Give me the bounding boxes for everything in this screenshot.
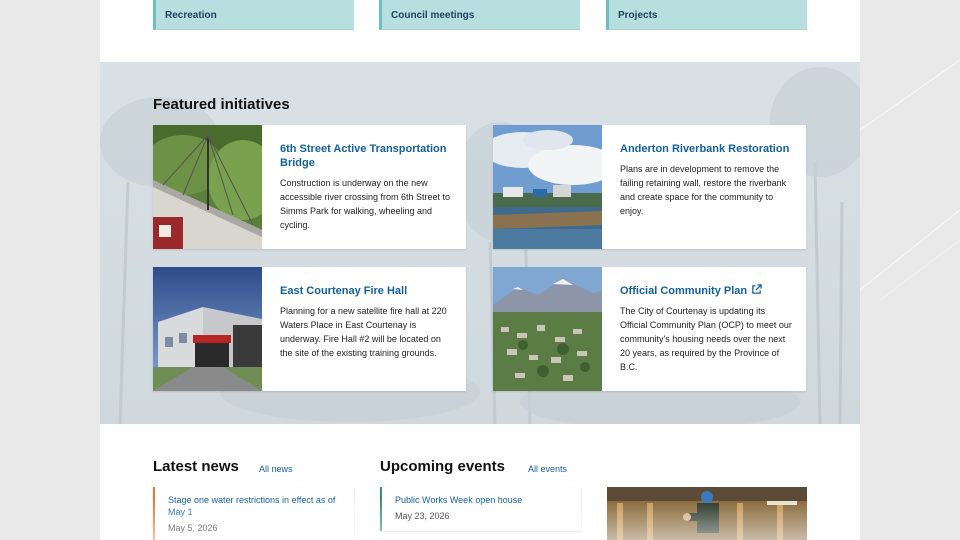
section-title: Featured initiatives [153,96,290,113]
featured-card-bridge[interactable]: 6th Street Active Transportation Bridge … [153,125,466,249]
card-description: Construction is underway on the new acce… [280,178,451,230]
featured-card-community-plan[interactable]: Official Community Plan The City of Cour… [493,267,806,391]
public-works-photo [607,487,807,540]
card-description: Planning for a new satellite fire hall a… [280,306,447,358]
quick-link-label: Council meetings [391,10,475,21]
background-decoration [860,59,960,301]
quick-link-council-meetings[interactable]: Council meetings [379,0,580,30]
card-title-with-icon[interactable]: Official Community Plan [620,284,792,298]
events-heading: Upcoming events [380,458,506,475]
quick-link-label: Projects [618,10,658,21]
card-title: Official Community Plan [620,285,748,297]
quick-link-recreation[interactable]: Recreation [153,0,354,30]
all-events-link[interactable]: All events [528,464,567,474]
card-title[interactable]: East Courtenay Fire Hall [280,284,452,298]
event-item-date: May 23, 2026 [395,511,450,521]
external-link-icon [752,284,762,294]
event-item-title[interactable]: Public Works Week open house [395,494,571,506]
all-news-link[interactable]: All news [259,464,293,474]
card-description: The City of Courtenay is updating its Of… [620,306,792,372]
quick-links: Recreation Council meetings Projects [153,0,807,30]
fire-hall-thumbnail [153,267,262,391]
featured-card-fire-hall[interactable]: East Courtenay Fire Hall Planning for a … [153,267,466,391]
card-title[interactable]: Anderton Riverbank Restoration [620,142,792,156]
news-item-date: May 5, 2026 [168,523,218,533]
news-item[interactable]: Stage one water restrictions in effect a… [153,487,354,540]
news-item-title[interactable]: Stage one water restrictions in effect a… [168,494,344,518]
community-plan-thumbnail [493,267,602,391]
bridge-thumbnail [153,125,262,249]
news-events-section: Latest news All news Stage one water res… [100,424,860,540]
card-description: Plans are in development to remove the f… [620,164,787,216]
featured-card-riverbank[interactable]: Anderton Riverbank Restoration Plans are… [493,125,806,249]
event-item[interactable]: Public Works Week open house May 23, 202… [380,487,581,531]
quick-link-label: Recreation [165,10,217,21]
page-content: Recreation Council meetings Projects Fea… [100,0,860,540]
quick-link-projects[interactable]: Projects [606,0,807,30]
riverbank-thumbnail [493,125,602,249]
featured-section: Featured initiatives 6th Street Active T… [100,62,860,424]
news-heading: Latest news [153,458,239,475]
card-title[interactable]: 6th Street Active Transportation Bridge [280,142,452,170]
